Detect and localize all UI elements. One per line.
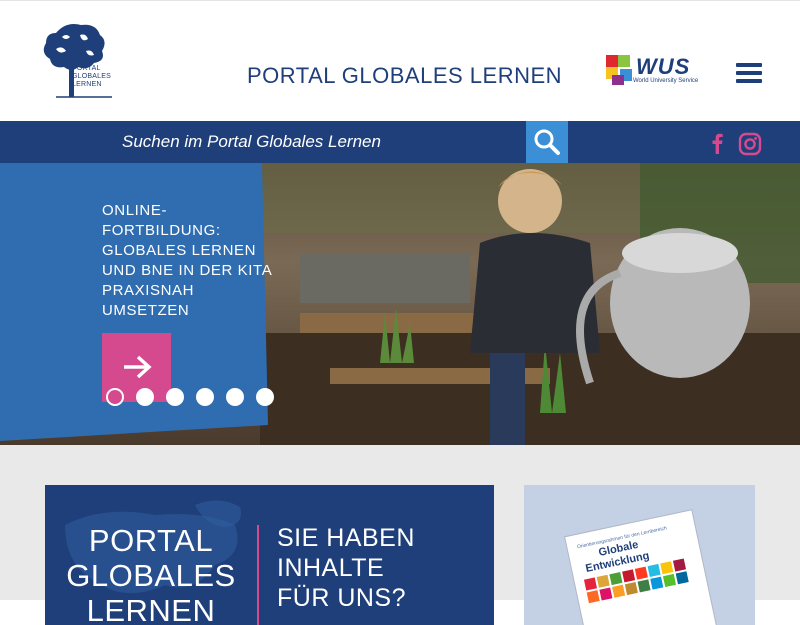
slider-dot-4[interactable] [196,388,214,406]
logo-line-3: LERNEN [72,81,102,88]
logo-wordmark: PORTAL GLOBALES LERNEN [72,65,111,89]
slider-dot-5[interactable] [226,388,244,406]
teaser-section: PORTAL GLOBALES LERNEN SIE HABEN INHALTE… [0,445,800,625]
teaser-brand-line-2: GLOBALES [66,558,236,593]
teaser-brand: PORTAL GLOBALES LERNEN [45,523,257,625]
publication-teaser-card[interactable]: Orientierungsrahmen für den Lernbereich … [524,485,755,625]
hamburger-icon [736,63,762,67]
site-title[interactable]: PORTAL GLOBALES LERNEN [247,63,562,89]
teaser-cta-line-2: INHALTE [277,554,385,582]
slider-dot-2[interactable] [136,388,154,406]
search-bar [0,121,800,163]
portal-logo-tree-icon[interactable] [36,21,116,101]
teaser-divider [257,525,259,625]
slider-dot-6[interactable] [256,388,274,406]
search-input[interactable] [110,121,526,163]
logo-line-2: GLOBALES [72,73,111,80]
facebook-icon[interactable] [708,132,726,154]
contribute-teaser-card[interactable]: PORTAL GLOBALES LERNEN SIE HABEN INHALTE… [45,485,494,625]
search-button[interactable] [526,121,568,163]
teaser-cta-line-3: FÜR UNS? [277,584,407,612]
hero-title[interactable]: Online-Fortbildung: Globales Lernen und … [102,201,282,321]
teaser-cta-line-1: SIE HABEN [277,524,415,552]
teaser-brand-line-3: LERNEN [86,593,216,625]
teaser-brand-line-1: PORTAL [88,523,214,558]
hero-slider: Online-Fortbildung: Globales Lernen und … [0,163,800,445]
search-icon [534,129,560,155]
logo-line-1: PORTAL [72,65,101,72]
site-header: PORTAL GLOBALES LERNEN PORTAL GLOBALES L… [0,0,800,121]
slider-dot-3[interactable] [166,388,184,406]
slider-dot-1[interactable] [106,388,124,406]
wus-subtitle: World University Service [633,78,699,84]
instagram-icon[interactable] [738,132,762,156]
wus-wordmark: WUS [636,54,691,79]
publication-cover-image: Orientierungsrahmen für den Lernbereich … [564,509,718,625]
menu-button[interactable] [736,63,762,85]
